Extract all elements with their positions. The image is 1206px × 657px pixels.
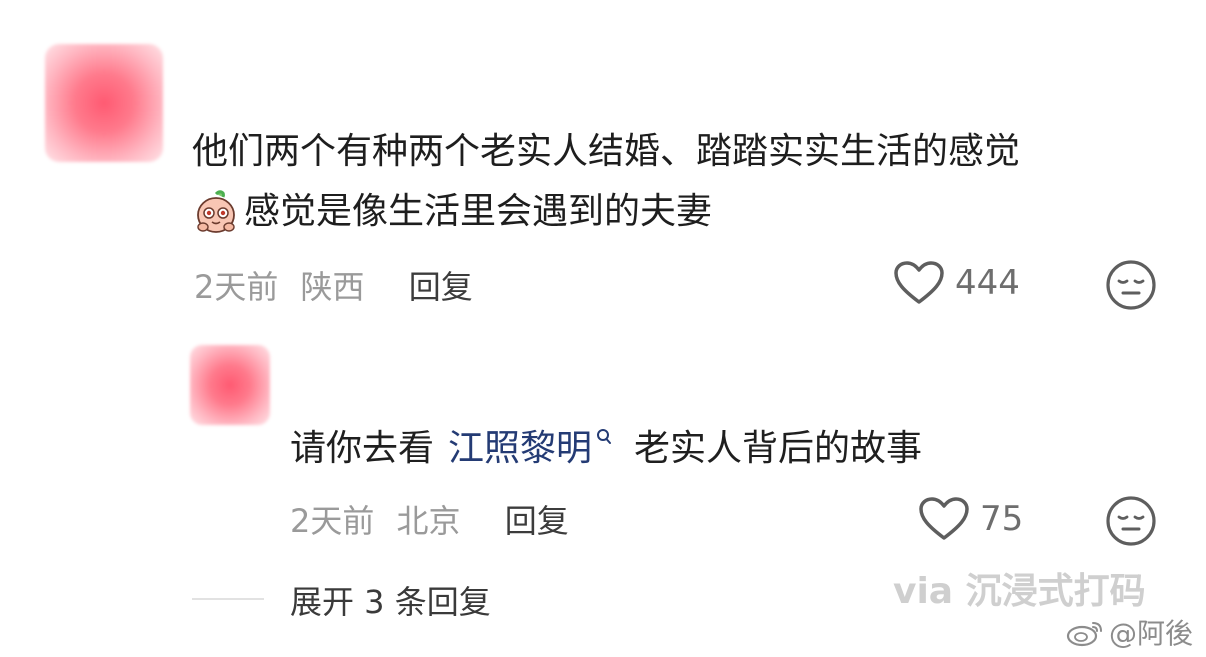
reply-text-before: 请你去看: [290, 428, 435, 469]
reply-like-count: 75: [980, 499, 1024, 539]
reply-text: 请你去看 江照黎明 老实人背后的故事: [290, 420, 922, 478]
commenter-avatar[interactable]: [45, 44, 163, 162]
comment-text-line2-content: 感觉是像生活里会遇到的夫妻: [244, 191, 713, 232]
expand-replies-button[interactable]: 展开 3 条回复: [290, 577, 491, 623]
weibo-logo-icon: [1066, 622, 1102, 647]
watermark-handle: @阿後: [1109, 617, 1194, 650]
reply-reply-button[interactable]: 回复: [505, 502, 569, 540]
comment-reply-button[interactable]: 回复: [409, 268, 473, 306]
reply-meta: 2天前 北京 回复: [290, 496, 569, 542]
watermark-via: via 沉浸式打码: [893, 571, 1146, 612]
watermark-weibo: @阿後: [1065, 612, 1193, 652]
search-icon[interactable]: [596, 428, 612, 446]
expand-divider: [192, 598, 264, 600]
peach-sticker-icon: [197, 190, 235, 233]
comment-time: 2天前: [194, 268, 279, 306]
reply-time: 2天前: [290, 502, 375, 540]
comment-location: 陕西: [300, 268, 365, 306]
heart-outline-icon: [894, 261, 944, 304]
comment-meta: 2天前 陕西 回复: [194, 262, 473, 308]
reply-text-after: 老实人背后的故事: [634, 428, 923, 469]
comment-text-line1: 他们两个有种两个老实人结婚、踏踏实实生活的感觉: [192, 131, 1021, 172]
neutral-face-icon[interactable]: [1104, 258, 1158, 312]
neutral-face-icon[interactable]: [1104, 494, 1158, 548]
comment-like-button[interactable]: 444: [893, 260, 1020, 306]
comment-text-line2: 感觉是像生活里会遇到的夫妻: [192, 183, 712, 241]
comment-like-count: 444: [955, 263, 1020, 303]
reply-like-button[interactable]: 75: [918, 496, 1023, 542]
mention-link[interactable]: 江照黎明: [448, 428, 592, 469]
reply-location: 北京: [396, 502, 461, 540]
heart-outline-icon: [919, 497, 969, 540]
replier-avatar[interactable]: [190, 345, 270, 425]
